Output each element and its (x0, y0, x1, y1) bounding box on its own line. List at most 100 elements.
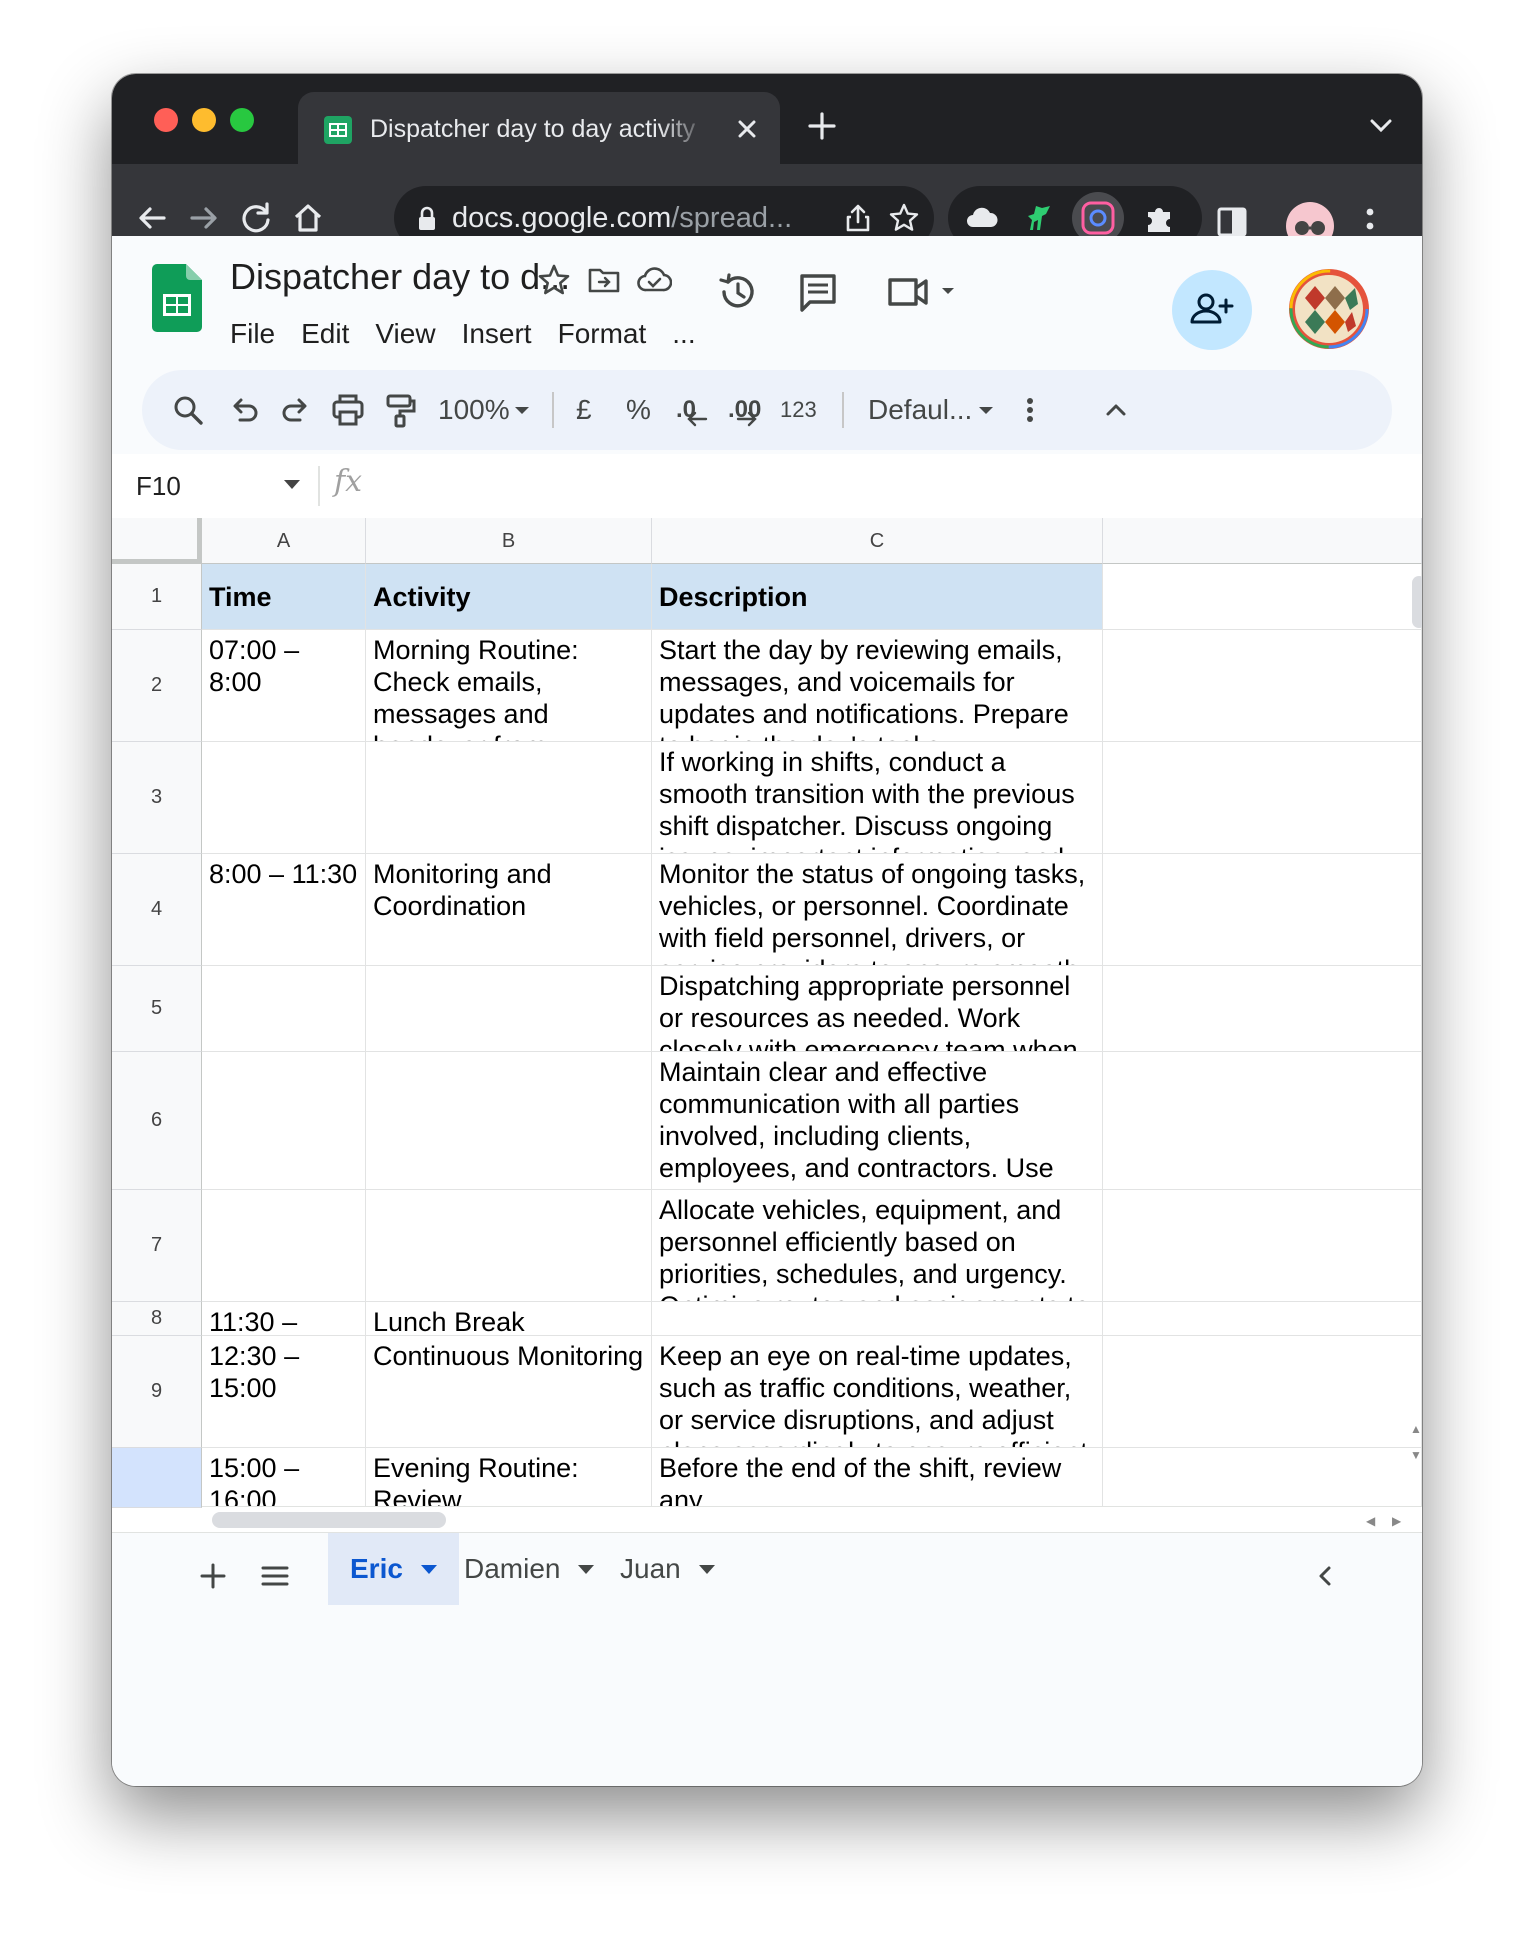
back-arrow-icon[interactable] (132, 198, 172, 238)
account-avatar[interactable] (1288, 268, 1370, 350)
horizontal-scrollbar-thumb[interactable] (212, 1512, 446, 1528)
cell-description[interactable]: Dispatching appropriate personnel or res… (652, 966, 1103, 1052)
chevron-left-icon[interactable] (1308, 1559, 1342, 1593)
zoom-dropdown-icon[interactable] (512, 392, 532, 428)
sheet-menu-caret-icon[interactable] (578, 1564, 595, 1574)
header-cell-description[interactable]: Description (652, 564, 1103, 630)
cell-description[interactable]: Keep an eye on real-time updates, such a… (652, 1336, 1103, 1448)
sheet-tab-damien[interactable]: Damien (442, 1533, 616, 1605)
cell-time[interactable] (202, 742, 366, 854)
paint-format-icon[interactable] (382, 392, 418, 428)
forward-arrow-icon[interactable] (184, 198, 224, 238)
row-header[interactable]: 9 (112, 1336, 202, 1448)
comments-icon[interactable] (796, 270, 840, 314)
cell-activity[interactable]: Continuous Monitoring (366, 1336, 652, 1448)
lock-icon[interactable] (416, 206, 438, 232)
row-header[interactable]: 4 (112, 854, 202, 966)
menu-format[interactable]: Format (545, 314, 660, 354)
cell-time[interactable]: 07:00 – 8:00 (202, 630, 366, 742)
cell-empty[interactable] (1103, 966, 1422, 1052)
close-icon[interactable] (732, 114, 762, 144)
header-cell-activity[interactable]: Activity (366, 564, 652, 630)
close-window-button[interactable] (154, 108, 178, 132)
cell-activity[interactable]: Monitoring and Coordination (366, 854, 652, 966)
cell-empty[interactable] (1103, 630, 1422, 742)
cell-time[interactable]: 8:00 – 11:30 (202, 854, 366, 966)
zoom-window-button[interactable] (230, 108, 254, 132)
cell-empty[interactable] (1103, 1302, 1422, 1336)
sheets-logo-icon[interactable] (152, 264, 202, 332)
row-header[interactable]: 2 (112, 630, 202, 742)
cell-time[interactable]: 15:00 – 16:00 (202, 1448, 366, 1508)
cell-activity[interactable]: Evening Routine: Review (366, 1448, 652, 1508)
reload-icon[interactable] (236, 198, 276, 238)
row-header[interactable]: 8 (112, 1302, 202, 1336)
cell-description[interactable]: Maintain clear and effective communicati… (652, 1052, 1103, 1190)
menu-insert[interactable]: Insert (449, 314, 545, 354)
menu-view[interactable]: View (362, 314, 448, 354)
column-header-a[interactable]: A (202, 518, 366, 564)
vertical-scrollbar-thumb[interactable] (1412, 576, 1422, 628)
add-sheet-icon[interactable] (196, 1559, 230, 1593)
puzzle-extensions-icon[interactable] (1142, 200, 1178, 236)
cell-time[interactable]: 12:30 – 15:00 (202, 1336, 366, 1448)
cell-activity[interactable] (366, 1052, 652, 1190)
cell-time[interactable] (202, 966, 366, 1052)
scroll-up-arrow-icon[interactable]: ▲ (1410, 1422, 1422, 1436)
star-icon[interactable] (536, 262, 572, 298)
font-select[interactable]: Defaul... (868, 390, 972, 430)
cell-activity[interactable] (366, 966, 652, 1052)
menu-more[interactable]: ... (659, 314, 708, 354)
cell-activity[interactable]: Morning Routine: Check emails, messages … (366, 630, 652, 742)
document-title[interactable]: Dispatcher day to d... (230, 256, 570, 298)
row-header[interactable] (112, 1448, 202, 1508)
zoom-select[interactable]: 100% (438, 390, 510, 430)
cell-empty[interactable] (1103, 564, 1422, 630)
sheet-tab-eric[interactable]: Eric (328, 1533, 459, 1605)
url-text[interactable]: docs.google.com/spread... (452, 200, 824, 236)
cell-description[interactable]: Monitor the status of ongoing tasks, veh… (652, 854, 1103, 966)
browser-tab[interactable]: Dispatcher day to day activity (298, 92, 780, 164)
chevron-down-icon[interactable] (1366, 110, 1396, 140)
redo-icon[interactable] (278, 392, 314, 428)
select-all-corner[interactable] (112, 518, 202, 564)
cell-empty[interactable] (1103, 854, 1422, 966)
undo-icon[interactable] (226, 392, 262, 428)
scroll-left-arrow-icon[interactable]: ◀ (1366, 1514, 1375, 1528)
cell-empty[interactable] (1103, 1336, 1422, 1448)
cell-empty[interactable] (1103, 1190, 1422, 1302)
all-sheets-icon[interactable] (258, 1559, 292, 1593)
sheet-tab-juan[interactable]: Juan (598, 1533, 737, 1605)
cell-empty[interactable] (1103, 742, 1422, 854)
cell-description[interactable]: If working in shifts, conduct a smooth t… (652, 742, 1103, 854)
font-dropdown-icon[interactable] (976, 392, 996, 428)
cell-activity[interactable] (366, 742, 652, 854)
camera-extension-icon[interactable] (1080, 200, 1116, 236)
share-icon[interactable] (842, 202, 874, 234)
new-tab-plus-icon[interactable] (806, 110, 838, 142)
column-header-b[interactable]: B (366, 518, 652, 564)
row-header[interactable]: 3 (112, 742, 202, 854)
cell-description[interactable] (652, 1302, 1103, 1336)
sheet-menu-caret-icon[interactable] (420, 1564, 437, 1574)
cell-time[interactable] (202, 1052, 366, 1190)
cloud-extension-icon[interactable] (964, 200, 1000, 236)
cell-empty[interactable] (1103, 1052, 1422, 1190)
row-header[interactable]: 5 (112, 966, 202, 1052)
cloud-saved-icon[interactable] (636, 262, 672, 298)
dinosaur-extension-icon[interactable] (1020, 200, 1056, 236)
menu-file[interactable]: File (230, 314, 288, 354)
more-options-icon[interactable] (1020, 392, 1040, 428)
scroll-down-arrow-icon[interactable]: ▼ (1410, 1448, 1422, 1462)
cell-description[interactable]: Before the end of the shift, review any (652, 1448, 1103, 1508)
search-icon[interactable] (170, 392, 206, 428)
number-format-button[interactable]: 123 (780, 390, 817, 430)
scroll-right-arrow-icon[interactable]: ▶ (1392, 1514, 1401, 1528)
spreadsheet-grid[interactable]: A B C 1 Time Activity Description 2 07:00 – 8… (112, 518, 1422, 1532)
cell-description[interactable]: Allocate vehicles, equipment, and person… (652, 1190, 1103, 1302)
cell-empty[interactable] (1103, 1448, 1422, 1508)
share-button[interactable] (1172, 270, 1252, 350)
name-box-dropdown-icon[interactable] (284, 480, 300, 489)
row-header[interactable]: 7 (112, 1190, 202, 1302)
column-header-c[interactable]: C (652, 518, 1103, 564)
